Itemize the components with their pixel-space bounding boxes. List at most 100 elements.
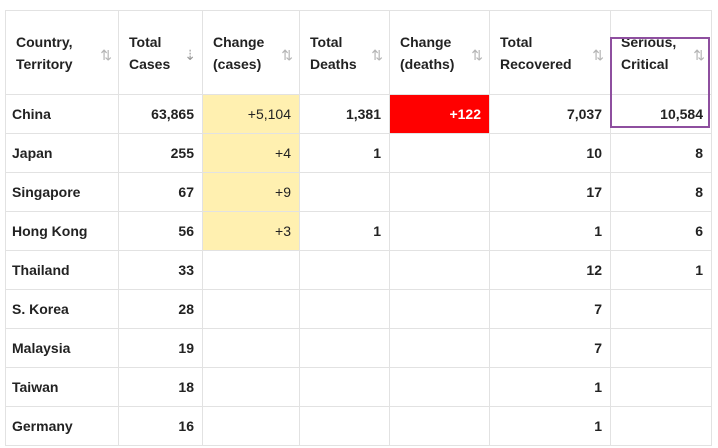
cell-total-deaths <box>299 250 390 290</box>
cell-serious-critical <box>610 367 712 407</box>
table-row: Singapore 67 +9 17 8 <box>5 172 712 212</box>
cell-change-deaths <box>389 406 490 446</box>
cell-total-recovered: 10 <box>489 133 611 173</box>
header-label-line1: Serious, <box>621 33 677 50</box>
header-label-line1: Country, <box>16 33 73 50</box>
table-row: S. Korea 28 7 <box>5 289 712 329</box>
cell-total-cases: 63,865 <box>118 94 203 134</box>
cell-change-cases <box>202 406 300 446</box>
cell-change-deaths <box>389 250 490 290</box>
header-label-line1: Change <box>213 33 265 50</box>
header-serious-critical[interactable]: Serious, Critical ⇅ <box>610 10 712 95</box>
coronavirus-cases-table: Country, Territory ⇅ Total Cases ⇣ Change (ca… <box>5 10 712 446</box>
cell-change-cases: +4 <box>202 133 300 173</box>
cell-total-deaths <box>299 406 390 446</box>
cell-country: Germany <box>5 406 119 446</box>
cell-total-cases: 33 <box>118 250 203 290</box>
cell-change-deaths <box>389 289 490 329</box>
cell-total-cases: 19 <box>118 328 203 368</box>
cell-country: Malaysia <box>5 328 119 368</box>
header-label-line2: Deaths <box>310 55 357 72</box>
cell-serious-critical <box>610 328 712 368</box>
cell-total-deaths <box>299 328 390 368</box>
cell-country: Thailand <box>5 250 119 290</box>
sort-updown-icon[interactable]: ⇅ <box>471 44 483 66</box>
cell-total-cases: 56 <box>118 211 203 251</box>
cell-change-cases: +9 <box>202 172 300 212</box>
cell-total-recovered: 12 <box>489 250 611 290</box>
header-row: Country, Territory ⇅ Total Cases ⇣ Change (ca… <box>5 10 712 95</box>
cell-change-cases <box>202 367 300 407</box>
header-label-line2: Territory <box>16 55 73 72</box>
cell-total-recovered: 7 <box>489 289 611 329</box>
cell-total-deaths: 1 <box>299 211 390 251</box>
cell-change-cases: +3 <box>202 211 300 251</box>
header-label-line2: Cases <box>129 55 171 72</box>
cell-total-recovered: 7,037 <box>489 94 611 134</box>
cell-country: Japan <box>5 133 119 173</box>
cell-total-deaths: 1 <box>299 133 390 173</box>
cell-serious-critical <box>610 406 712 446</box>
header-label-line2: Recovered <box>500 55 572 72</box>
cell-total-deaths <box>299 289 390 329</box>
table-row: Japan 255 +4 1 10 8 <box>5 133 712 173</box>
cell-country: Taiwan <box>5 367 119 407</box>
header-change-cases[interactable]: Change (cases) ⇅ <box>202 10 300 95</box>
header-total-cases[interactable]: Total Cases ⇣ <box>118 10 203 95</box>
header-total-recovered[interactable]: Total Recovered ⇅ <box>489 10 611 95</box>
header-country[interactable]: Country, Territory ⇅ <box>5 10 119 95</box>
cell-total-recovered: 1 <box>489 406 611 446</box>
cell-country: S. Korea <box>5 289 119 329</box>
sort-updown-icon[interactable]: ⇅ <box>693 44 705 66</box>
sort-updown-icon[interactable]: ⇅ <box>100 44 112 66</box>
table-row: Hong Kong 56 +3 1 1 6 <box>5 211 712 251</box>
header-label-line2: (cases) <box>213 55 262 72</box>
cell-total-cases: 67 <box>118 172 203 212</box>
cell-change-cases <box>202 289 300 329</box>
table-row: China 63,865 +5,104 1,381 +122 7,037 10,… <box>5 94 712 134</box>
cell-total-cases: 18 <box>118 367 203 407</box>
cell-change-deaths <box>389 328 490 368</box>
cell-total-deaths <box>299 367 390 407</box>
header-change-deaths[interactable]: Change (deaths) ⇅ <box>389 10 490 95</box>
cell-change-cases: +5,104 <box>202 94 300 134</box>
cell-country: Singapore <box>5 172 119 212</box>
table-row: Thailand 33 12 1 <box>5 250 712 290</box>
header-total-deaths[interactable]: Total Deaths ⇅ <box>299 10 390 95</box>
sort-updown-icon[interactable]: ⇅ <box>371 44 383 66</box>
cell-total-deaths: 1,381 <box>299 94 390 134</box>
header-label-line1: Total <box>310 33 343 50</box>
table-row: Malaysia 19 7 <box>5 328 712 368</box>
sort-descending-icon[interactable]: ⇣ <box>184 44 196 66</box>
cell-serious-critical: 1 <box>610 250 712 290</box>
header-label-line2: (deaths) <box>400 55 455 72</box>
cell-serious-critical <box>610 289 712 329</box>
cell-change-cases <box>202 328 300 368</box>
header-label-line1: Change <box>400 33 452 50</box>
sort-updown-icon[interactable]: ⇅ <box>592 44 604 66</box>
cell-serious-critical: 8 <box>610 172 712 212</box>
cell-serious-critical: 10,584 <box>610 94 712 134</box>
table-row: Germany 16 1 <box>5 406 712 446</box>
header-label-line1: Total <box>129 33 162 50</box>
cell-total-cases: 16 <box>118 406 203 446</box>
header-label-line1: Total <box>500 33 533 50</box>
cell-total-deaths <box>299 172 390 212</box>
cell-change-deaths <box>389 367 490 407</box>
cell-serious-critical: 8 <box>610 133 712 173</box>
cell-total-recovered: 1 <box>489 367 611 407</box>
cell-change-deaths <box>389 211 490 251</box>
cell-serious-critical: 6 <box>610 211 712 251</box>
cell-change-deaths <box>389 133 490 173</box>
sort-updown-icon[interactable]: ⇅ <box>281 44 293 66</box>
cell-change-deaths: +122 <box>389 94 490 134</box>
cell-country: China <box>5 94 119 134</box>
header-label-line2: Critical <box>621 55 669 72</box>
cell-country: Hong Kong <box>5 211 119 251</box>
cell-change-deaths <box>389 172 490 212</box>
cell-total-recovered: 17 <box>489 172 611 212</box>
cell-total-recovered: 7 <box>489 328 611 368</box>
cell-total-cases: 28 <box>118 289 203 329</box>
cell-total-recovered: 1 <box>489 211 611 251</box>
cell-change-cases <box>202 250 300 290</box>
